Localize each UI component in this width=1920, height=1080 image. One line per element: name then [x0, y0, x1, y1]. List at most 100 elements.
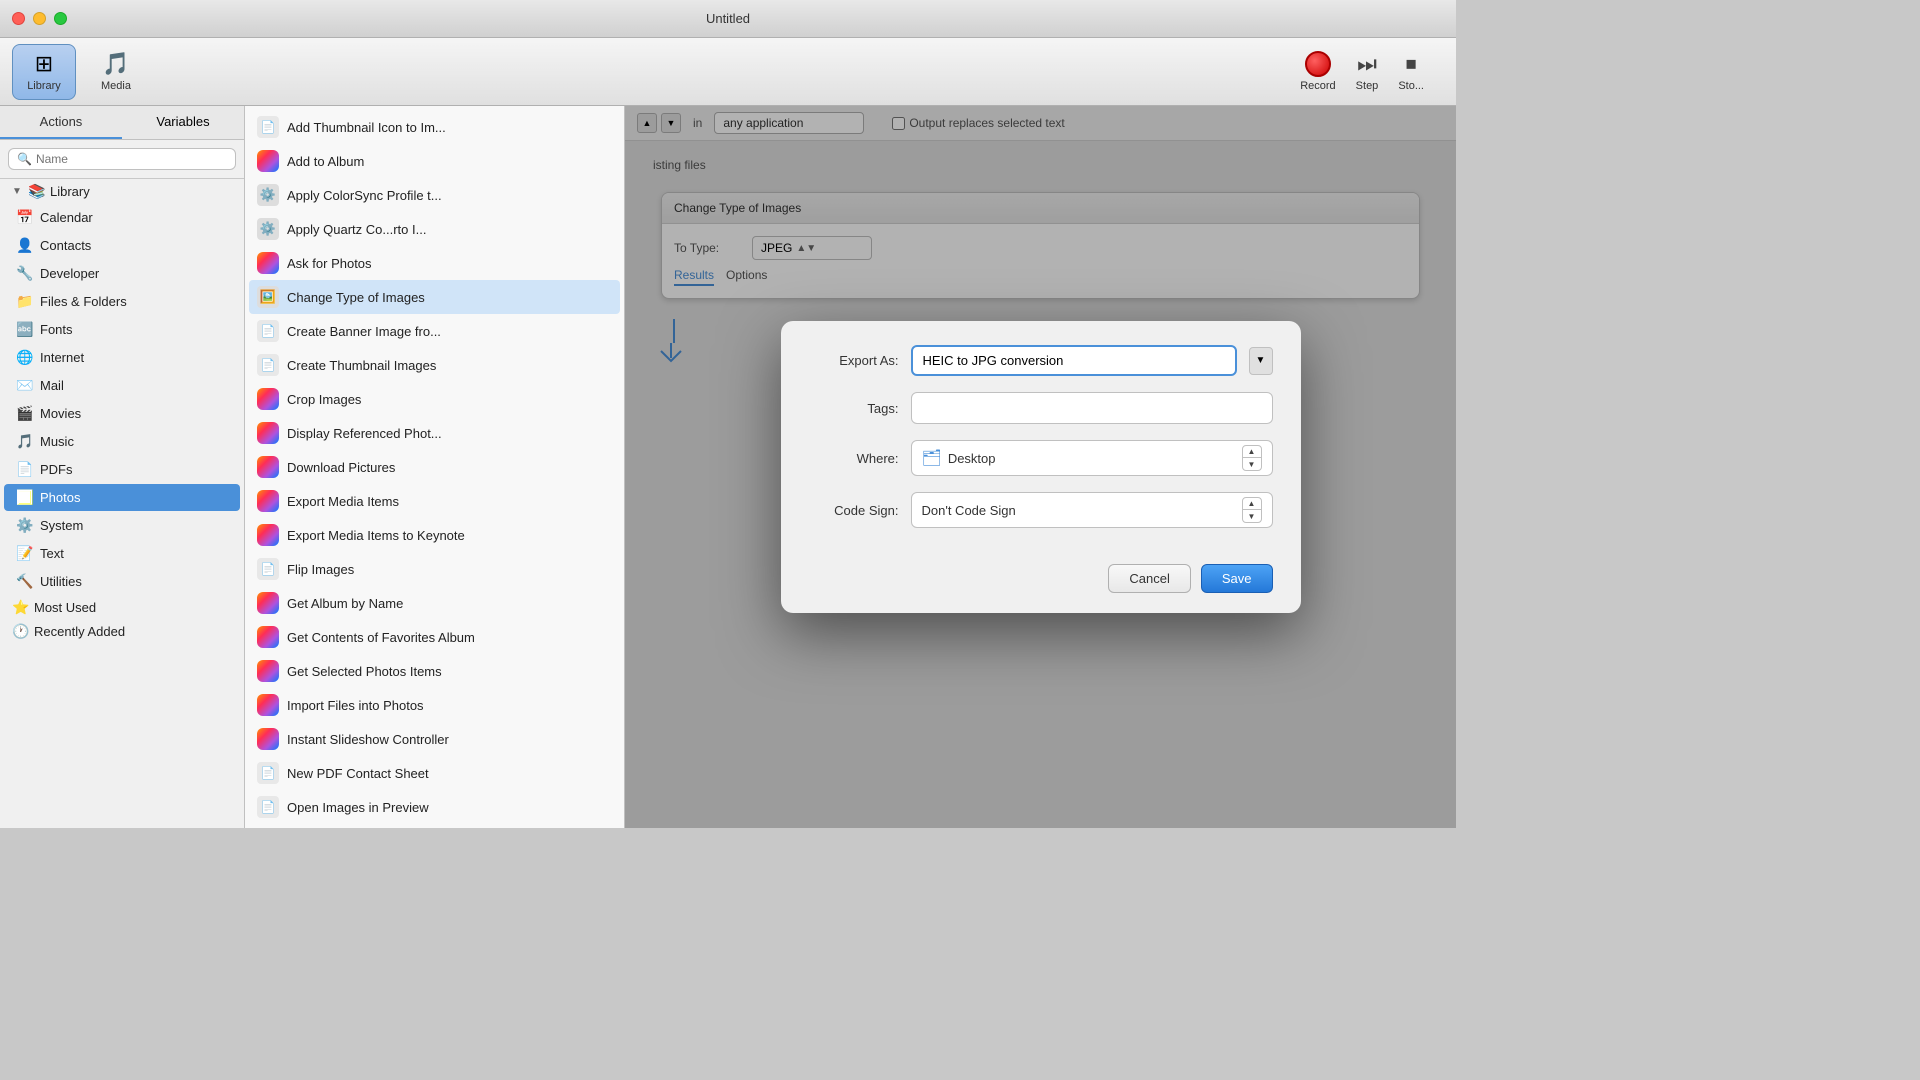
photos-icon: 🖼️ — [16, 489, 34, 506]
action-item-slideshow[interactable]: Instant Slideshow Controller — [249, 722, 620, 756]
minimize-button[interactable] — [33, 12, 46, 25]
code-stepper-down-icon: ▼ — [1243, 510, 1261, 522]
sidebar-item-internet[interactable]: 🌐 Internet — [4, 344, 240, 371]
sidebar-item-recently-added[interactable]: 🕐 Recently Added — [4, 620, 240, 643]
action-item-favorites[interactable]: Get Contents of Favorites Album — [249, 620, 620, 654]
action-album-name-icon — [257, 592, 279, 614]
sidebar-item-files-folders[interactable]: 📁 Files & Folders — [4, 288, 240, 315]
sidebar-item-calendar[interactable]: 📅 Calendar — [4, 204, 240, 231]
mail-icon: ✉️ — [16, 377, 34, 394]
stop-button[interactable]: ⏹ Sto... — [1390, 47, 1432, 96]
action-export-keynote-icon — [257, 524, 279, 546]
code-sign-wrap: Don't Code Sign ▲ ▼ — [911, 492, 1273, 528]
sidebar-item-contacts[interactable]: 👤 Contacts — [4, 232, 240, 259]
action-item-pad[interactable]: 📄 Pad Images — [249, 824, 620, 828]
sidebar-item-system[interactable]: ⚙️ System — [4, 512, 240, 539]
export-as-input[interactable] — [923, 353, 1225, 368]
sidebar-item-photos[interactable]: 🖼️ Photos — [4, 484, 240, 511]
sidebar-item-movies[interactable]: 🎬 Movies — [4, 400, 240, 427]
sidebar-item-developer[interactable]: 🔧 Developer — [4, 260, 240, 287]
export-as-input-wrap — [911, 345, 1237, 376]
window-controls — [12, 12, 67, 25]
where-value: Desktop — [948, 451, 1236, 466]
tab-variables[interactable]: Variables — [122, 106, 244, 139]
stepper-down-icon: ▼ — [1243, 458, 1261, 470]
library-label: Library — [27, 80, 61, 92]
code-sign-stepper[interactable]: ▲ ▼ — [1242, 497, 1262, 523]
sidebar-item-fonts[interactable]: 🔤 Fonts — [4, 316, 240, 343]
action-change-type-icon: 🖼️ — [257, 286, 279, 308]
action-item-pdf-contact[interactable]: 📄 New PDF Contact Sheet — [249, 756, 620, 790]
search-bar: 🔍 — [0, 140, 244, 179]
folder-icon: 🗂 — [922, 448, 942, 468]
action-item-thumbnail-images[interactable]: 📄 Create Thumbnail Images — [249, 348, 620, 382]
action-item-add-album[interactable]: Add to Album — [249, 144, 620, 178]
record-label: Record — [1300, 80, 1335, 92]
system-icon: ⚙️ — [16, 517, 34, 534]
save-dialog: Export As: ▼ Tags: Where: — [781, 321, 1301, 613]
step-button[interactable]: ⏭ Step — [1348, 47, 1387, 96]
internet-icon: 🌐 — [16, 349, 34, 366]
action-item-banner[interactable]: 📄 Create Banner Image fro... — [249, 314, 620, 348]
action-thumbnail-images-icon: 📄 — [257, 354, 279, 376]
library-tree-icon: 📚 — [28, 183, 46, 200]
export-as-row: Export As: ▼ — [809, 345, 1273, 376]
step-label: Step — [1356, 80, 1379, 92]
action-item-selected-photos[interactable]: Get Selected Photos Items — [249, 654, 620, 688]
media-icon: 🎵 — [102, 51, 129, 77]
sidebar-scroll: ▼ 📚 Library 📅 Calendar 👤 Contacts 🔧 Deve… — [0, 179, 244, 828]
library-tree-label: Library — [50, 184, 90, 199]
close-button[interactable] — [12, 12, 25, 25]
library-button[interactable]: ⊞ Library — [12, 44, 76, 100]
action-open-preview-icon: 📄 — [257, 796, 279, 818]
music-icon: 🎵 — [16, 433, 34, 450]
action-item-download[interactable]: Download Pictures — [249, 450, 620, 484]
action-item-flip[interactable]: 📄 Flip Images — [249, 552, 620, 586]
sidebar-item-music[interactable]: 🎵 Music — [4, 428, 240, 455]
main-area: Actions Variables 🔍 ▼ 📚 Library 📅 Calend… — [0, 106, 1456, 828]
stepper-up-icon: ▲ — [1243, 446, 1261, 458]
action-item-colorsync[interactable]: ⚙️ Apply ColorSync Profile t... — [249, 178, 620, 212]
action-item-open-preview[interactable]: 📄 Open Images in Preview — [249, 790, 620, 824]
action-item-export-media[interactable]: Export Media Items — [249, 484, 620, 518]
action-ask-photos-icon — [257, 252, 279, 274]
recently-added-label: Recently Added — [34, 624, 125, 639]
action-item-crop[interactable]: Crop Images — [249, 382, 620, 416]
save-button[interactable]: Save — [1201, 564, 1273, 593]
sidebar-item-pdfs[interactable]: 📄 PDFs — [4, 456, 240, 483]
export-as-dropdown-btn[interactable]: ▼ — [1249, 347, 1273, 375]
tree-toggle-icon: ▼ — [12, 186, 24, 197]
action-item-ask-photos[interactable]: Ask for Photos — [249, 246, 620, 280]
maximize-button[interactable] — [54, 12, 67, 25]
tags-input[interactable] — [911, 392, 1273, 424]
action-item-display-photos[interactable]: Display Referenced Phot... — [249, 416, 620, 450]
actions-list-panel: 📄 Add Thumbnail Icon to Im... Add to Alb… — [245, 106, 625, 828]
titlebar: Untitled — [0, 0, 1456, 38]
record-button[interactable]: Record — [1292, 47, 1343, 96]
where-wrap: 🗂 Desktop ▲ ▼ — [911, 440, 1273, 476]
where-stepper[interactable]: ▲ ▼ — [1242, 445, 1262, 471]
sidebar-item-most-used[interactable]: ⭐ Most Used — [4, 596, 240, 619]
utilities-icon: 🔨 — [16, 573, 34, 590]
action-slideshow-icon — [257, 728, 279, 750]
sidebar-item-mail[interactable]: ✉️ Mail — [4, 372, 240, 399]
action-item-export-keynote[interactable]: Export Media Items to Keynote — [249, 518, 620, 552]
library-tree-item[interactable]: ▼ 📚 Library — [4, 180, 240, 203]
search-input[interactable] — [36, 152, 227, 166]
action-item-album-name[interactable]: Get Album by Name — [249, 586, 620, 620]
action-favorites-icon — [257, 626, 279, 648]
sidebar-item-utilities[interactable]: 🔨 Utilities — [4, 568, 240, 595]
tab-actions[interactable]: Actions — [0, 106, 122, 139]
action-item-import[interactable]: Import Files into Photos — [249, 688, 620, 722]
library-icon: ⊞ — [35, 51, 53, 77]
action-item-quartz[interactable]: ⚙️ Apply Quartz Co...rto I... — [249, 212, 620, 246]
action-item-thumbnail[interactable]: 📄 Add Thumbnail Icon to Im... — [249, 110, 620, 144]
action-display-photos-icon — [257, 422, 279, 444]
sidebar-item-text[interactable]: 📝 Text — [4, 540, 240, 567]
most-used-icon: ⭐ — [12, 599, 30, 616]
action-item-change-type[interactable]: 🖼️ Change Type of Images — [249, 280, 620, 314]
media-button[interactable]: 🎵 Media — [84, 44, 148, 100]
step-icon: ⏭ — [1357, 51, 1377, 77]
cancel-button[interactable]: Cancel — [1108, 564, 1190, 593]
search-icon: 🔍 — [17, 152, 32, 166]
